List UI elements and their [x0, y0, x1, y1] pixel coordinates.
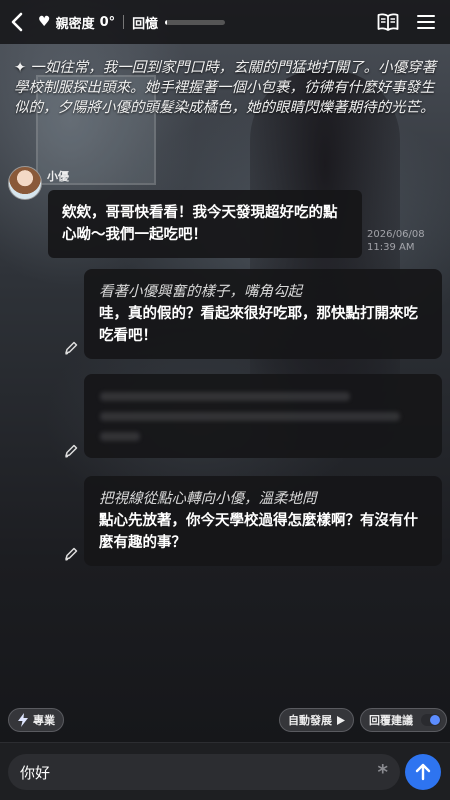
memory-indicator[interactable]: 回憶 — [132, 13, 226, 32]
intimacy-value: 0° — [99, 14, 116, 30]
lightning-icon — [18, 713, 28, 727]
arrow-up-icon — [415, 763, 431, 781]
send-button[interactable] — [405, 754, 441, 790]
composer-bar: * — [0, 742, 450, 800]
blurred-message — [84, 374, 442, 458]
auto-develop-button[interactable]: 自動發展 — [279, 708, 354, 732]
book-icon — [377, 13, 399, 31]
intimacy-label: 親密度 — [55, 16, 95, 32]
character-name: 小優 — [47, 170, 69, 183]
timestamp-date: 2026/06/08 — [367, 229, 425, 240]
intimacy-indicator[interactable]: ♥ 親密度 0° — [38, 13, 115, 32]
header-divider — [123, 15, 125, 29]
user-action-text: 看著小優興奮的樣子，嘴角勾起 — [99, 284, 302, 300]
pencil-icon[interactable] — [63, 340, 79, 356]
user-speech-text: 點心先放著，你今天學校過得怎麼樣啊？有沒有什麼有趣的事？ — [99, 513, 418, 551]
memory-progress-fill — [165, 19, 167, 25]
character-avatar[interactable] — [8, 166, 42, 200]
action-chips: 專業 自動發展 回覆建議 — [0, 708, 450, 736]
memory-label: 回憶 — [132, 16, 159, 32]
sparkle-icon: ✦ — [14, 60, 27, 76]
message-input-box[interactable]: * — [8, 754, 400, 790]
pencil-icon[interactable] — [63, 546, 79, 562]
reply-suggestion-toggle[interactable]: 回覆建議 — [360, 708, 447, 732]
skill-button[interactable]: 專業 — [8, 708, 64, 732]
asterisk-icon[interactable]: * — [378, 760, 388, 784]
reply-suggestion-label: 回覆建議 — [369, 714, 413, 727]
auto-develop-label: 自動發展 — [288, 714, 332, 727]
chat-area[interactable]: ✦ 一如往常，我一回到家門口時，玄關的門猛地打開了。小優穿著學校制服探出頭來。她手… — [0, 44, 450, 704]
toggle-knob — [430, 715, 440, 725]
timestamp-time: 11:39 AM — [367, 242, 415, 253]
menu-button[interactable] — [412, 8, 440, 36]
user-message: 把視線從點心轉向小優，溫柔地問 點心先放著，你今天學校過得怎麼樣啊？有沒有什麼有… — [84, 476, 442, 566]
skill-label: 專業 — [33, 714, 55, 727]
user-speech-text: 哇，真的假的？看起來很好吃耶，那快點打開來吃吃看吧！ — [99, 306, 418, 344]
play-icon — [337, 715, 345, 725]
pencil-icon[interactable] — [63, 443, 79, 459]
toggle-switch[interactable] — [421, 714, 441, 726]
memory-progress-bar — [165, 19, 226, 25]
message-input[interactable] — [20, 763, 378, 781]
menu-icon — [417, 15, 435, 29]
user-action-text: 把視線從點心轉向小優，溫柔地問 — [99, 491, 317, 507]
narration-text: 一如往常，我一回到家門口時，玄關的門猛地打開了。小優穿著學校制服探出頭來。她手裡… — [14, 60, 437, 116]
character-message: 欸欸，哥哥快看看！我今天發現超好吃的點心呦～我們一起吃吧！ — [48, 190, 362, 258]
top-bar: ♥ 親密度 0° 回憶 — [0, 0, 450, 44]
heart-icon: ♥ — [38, 14, 51, 30]
chevron-left-icon — [11, 12, 23, 32]
message-timestamp: 2026/06/08 11:39 AM — [367, 228, 425, 254]
narration-block: ✦ 一如往常，我一回到家門口時，玄關的門猛地打開了。小優穿著學校制服探出頭來。她手… — [14, 58, 438, 118]
user-message: 看著小優興奮的樣子，嘴角勾起 哇，真的假的？看起來很好吃耶，那快點打開來吃吃看吧… — [84, 269, 442, 359]
back-button[interactable] — [6, 8, 28, 36]
book-button[interactable] — [374, 8, 402, 36]
